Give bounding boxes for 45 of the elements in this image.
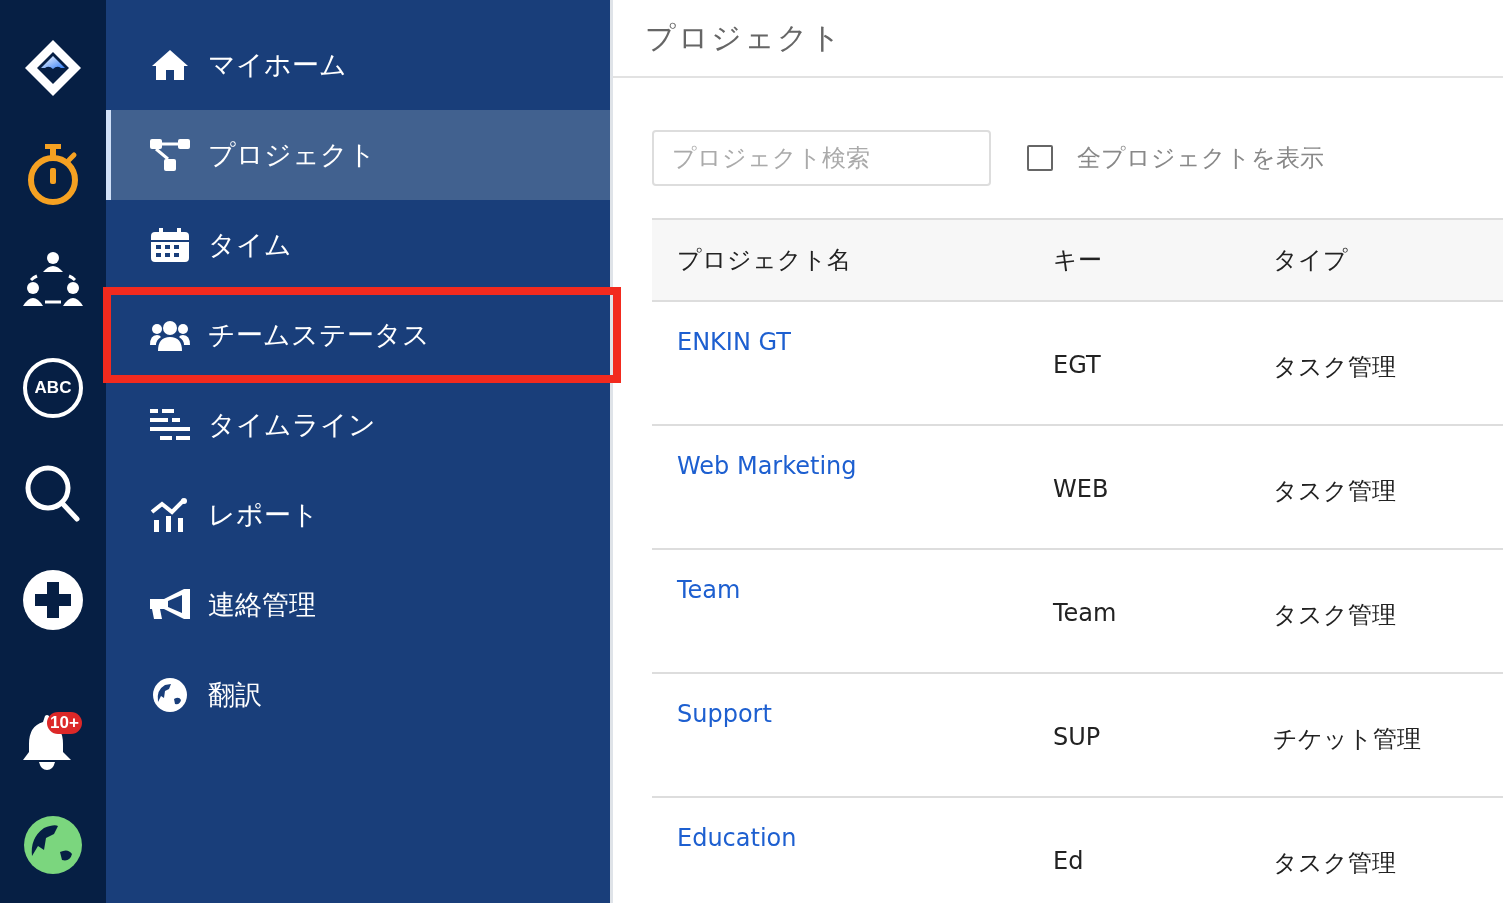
people-icon [150,319,190,351]
table-cell-text: Ed [1053,846,1085,877]
add-icon[interactable] [23,570,83,630]
abc-icon[interactable]: ABC [23,358,83,418]
timeline-icon [150,409,190,441]
table-cell-text: Team [1053,598,1118,629]
table-cell-text: タスク管理 [1273,848,1396,879]
project-link[interactable]: Education [677,824,797,852]
logo-icon[interactable] [23,38,83,98]
house-icon [150,48,190,82]
checkbox-label: 全プロジェクトを表示 [1077,143,1324,174]
sidebar-item[interactable]: チームステータス [106,290,618,380]
stopwatch-icon[interactable] [25,144,81,206]
table-cell-text: タスク管理 [1273,476,1396,507]
table-cell-text: EGT [1053,350,1102,381]
globe-icon [153,678,187,712]
megaphone-icon [150,589,190,621]
sidebar-item[interactable]: タイムライン [106,380,610,470]
table-cell-text: タスク管理 [1273,352,1396,383]
calendar-icon [151,228,189,262]
table-cell-text: タスク管理 [1273,600,1396,631]
sidebar-item[interactable]: マイホーム [106,20,610,110]
project-link[interactable]: Team [677,576,741,604]
project-link[interactable]: Support [677,700,772,728]
project-link[interactable]: Web Marketing [677,452,857,480]
page-title: プロジェクト [645,18,843,57]
table-cell-text: WEB [1053,474,1110,505]
sidebar-item[interactable]: レポート [106,470,610,560]
project-link[interactable]: ENKIN GT [677,328,791,356]
column-header: キー [1053,245,1103,276]
column-header: タイプ [1273,245,1348,276]
sidebar-item[interactable]: 翻訳 [106,650,610,740]
table-cell-text: SUP [1053,722,1102,753]
chart-icon [150,498,190,532]
globe-icon[interactable] [24,816,82,874]
notification-badge: 10+ [47,712,82,734]
sidebar-item[interactable]: プロジェクト [106,110,610,200]
checkbox[interactable] [1027,145,1053,171]
sidebar-item[interactable]: タイム [106,200,610,290]
sitemap-icon [150,139,190,171]
search-icon[interactable] [24,464,82,524]
column-header: プロジェクト名 [676,245,852,276]
table-cell-text: チケット管理 [1273,724,1421,755]
search-field[interactable]: プロジェクト検索 [652,130,991,186]
sidebar-item[interactable]: 連絡管理 [106,560,610,650]
